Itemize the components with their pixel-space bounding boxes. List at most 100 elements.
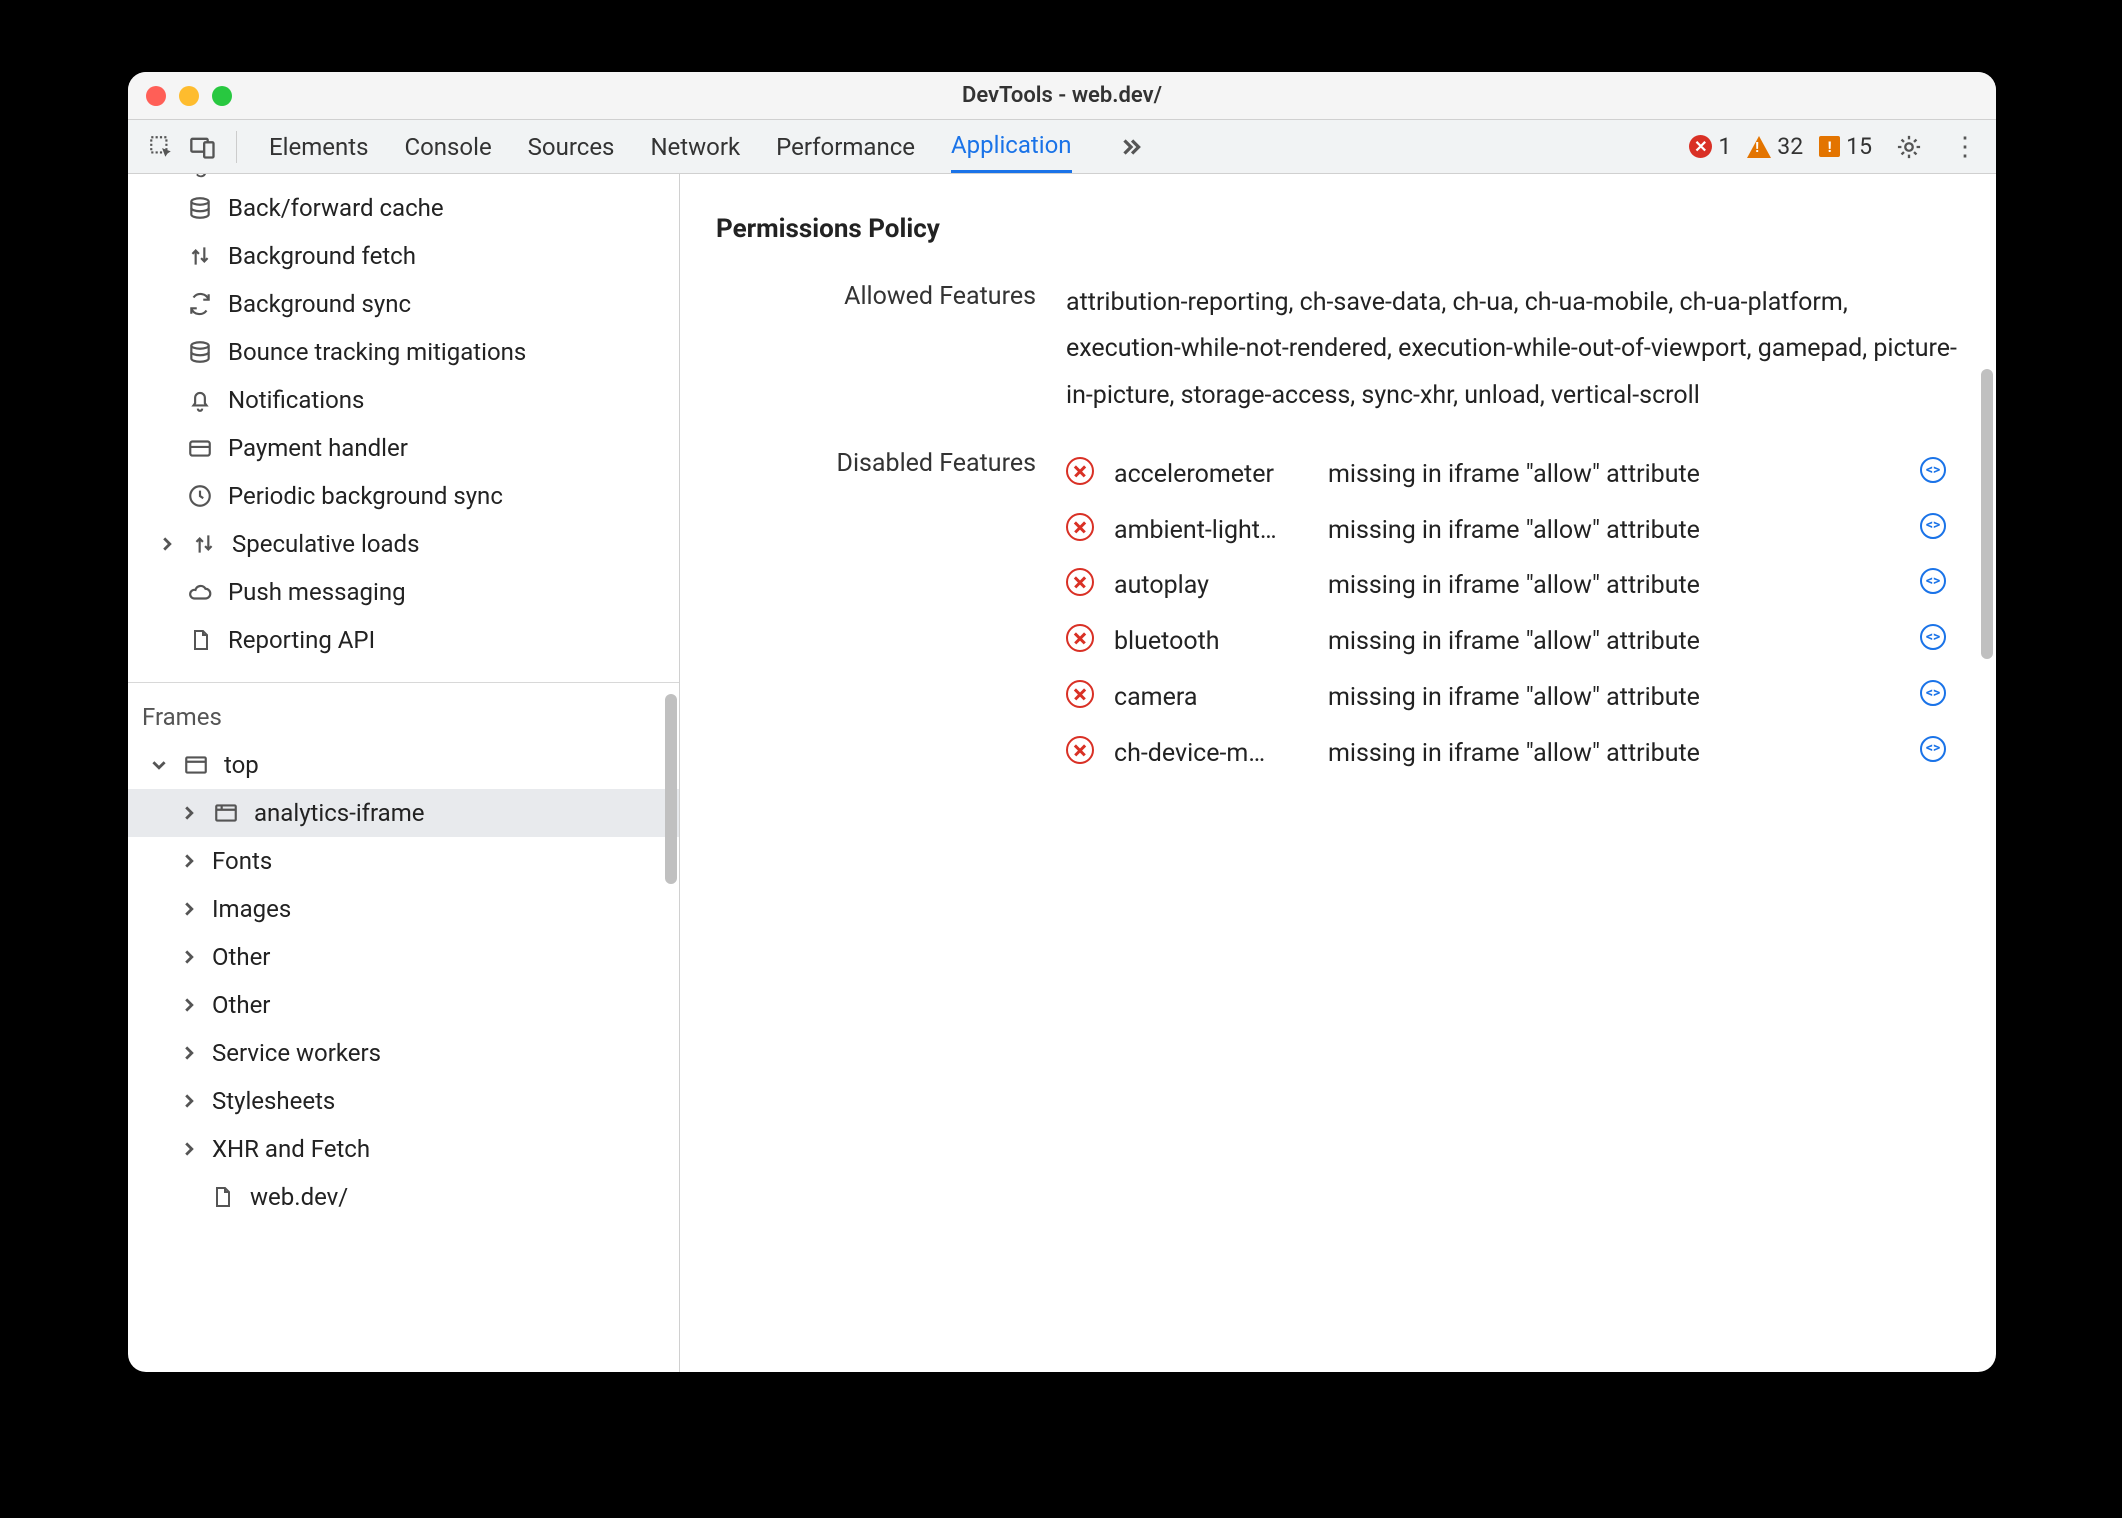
close-window-button[interactable] [146, 86, 166, 106]
disabled-feature-name: autoplay [1114, 564, 1314, 608]
issue-icon: ! [1819, 136, 1840, 157]
inspect-element-icon[interactable] [146, 132, 176, 162]
allowed-features-value: attribution-reporting, ch-save-data, ch-… [1066, 280, 1960, 419]
window-icon [182, 751, 210, 779]
sync-icon [186, 290, 214, 318]
clock-icon [186, 482, 214, 510]
sidebar-item-bounce-tracking-mitigations[interactable]: Bounce tracking mitigations [128, 328, 679, 376]
devtools-window: DevTools - web.dev/ Elements Console Sou… [128, 72, 1996, 1372]
disabled-features-label: Disabled Features [716, 447, 1036, 782]
frame-leaf-label: web.dev/ [250, 1183, 348, 1211]
db-icon [186, 338, 214, 366]
sidebar-item-reporting-api[interactable]: Reporting API [128, 616, 679, 664]
caret-right-icon [180, 854, 198, 868]
doc-icon [186, 626, 214, 654]
disabled-feature-name: bluetooth [1114, 620, 1314, 664]
caret-right-icon [180, 1094, 198, 1108]
frame-child-other[interactable]: Other [128, 933, 679, 981]
section-frames: Frames [128, 689, 679, 741]
frame-analytics-iframe[interactable]: analytics-iframe [128, 789, 679, 837]
tab-console[interactable]: Console [404, 120, 491, 173]
reveal-source-button[interactable]: <> [1920, 457, 1946, 483]
sidebar-item-label: Payment handler [228, 434, 408, 462]
caret-down-icon [150, 758, 168, 772]
frame-child-fonts[interactable]: Fonts [128, 837, 679, 885]
sidebar-separator [128, 682, 679, 683]
sidebar-item-speculative-loads[interactable]: Speculative loads [128, 520, 679, 568]
reveal-source-button[interactable]: <> [1920, 736, 1946, 762]
frame-child-label: Other [212, 943, 270, 971]
reveal-source-button[interactable]: <> [1920, 568, 1946, 594]
disabled-feature-name: ambient-light… [1114, 509, 1314, 553]
main-panel[interactable]: Permissions Policy Allowed Features attr… [680, 174, 1996, 1372]
reveal-source-button[interactable]: <> [1920, 680, 1946, 706]
disabled-feature-reason: missing in iframe "allow" attribute [1328, 509, 1906, 553]
frame-leaf[interactable]: web.dev/ [128, 1173, 679, 1221]
tab-sources[interactable]: Sources [528, 120, 615, 173]
disabled-feature-row: ch-device-m…missing in iframe "allow" at… [1066, 726, 1960, 782]
frame-child-stylesheets[interactable]: Stylesheets [128, 1077, 679, 1125]
sidebar-scrollbar[interactable] [665, 694, 677, 884]
frame-child-images[interactable]: Images [128, 885, 679, 933]
frame-child-label: Service workers [212, 1039, 381, 1067]
allowed-features-row: Allowed Features attribution-reporting, … [716, 280, 1960, 419]
sidebar-item-periodic-background-sync[interactable]: Periodic background sync [128, 472, 679, 520]
bell-icon [186, 386, 214, 414]
iframe-icon [212, 799, 240, 827]
frame-top[interactable]: top [128, 741, 679, 789]
main-scrollbar[interactable] [1981, 369, 1993, 659]
disabled-feature-row: accelerometermissing in iframe "allow" a… [1066, 447, 1960, 503]
disabled-features-list: accelerometermissing in iframe "allow" a… [1066, 447, 1960, 782]
frame-child-other[interactable]: Other [128, 981, 679, 1029]
sidebar-item-label: Push messaging [228, 578, 406, 606]
errors-badge[interactable]: ✕ 1 [1689, 133, 1731, 160]
updown-icon [190, 530, 218, 558]
disabled-feature-row: camera missing in iframe "allow" attribut… [1066, 670, 1960, 726]
sidebar-item-label: Reporting API [228, 626, 375, 654]
frame-child-label: Stylesheets [212, 1087, 335, 1115]
more-tabs-button[interactable] [1116, 134, 1146, 160]
sidebar-item-notifications[interactable]: Notifications [128, 376, 679, 424]
sidebar-item-label: Back/forward cache [228, 194, 444, 222]
errors-count: 1 [1718, 133, 1731, 160]
sidebar-scroll[interactable]: Background services Back/forward cacheBa… [128, 174, 679, 1372]
tab-elements[interactable]: Elements [269, 120, 368, 173]
toolbar-right: ✕ 1 32 ! 15 ⋮ [1689, 132, 1984, 162]
disabled-icon [1066, 680, 1094, 708]
tab-application[interactable]: Application [951, 120, 1072, 173]
tab-performance[interactable]: Performance [776, 120, 915, 173]
reveal-source-button[interactable]: <> [1920, 513, 1946, 539]
disabled-feature-reason: missing in iframe "allow" attribute [1328, 732, 1906, 776]
frame-child-service-workers[interactable]: Service workers [128, 1029, 679, 1077]
frame-child-label: XHR and Fetch [212, 1135, 370, 1163]
sidebar-item-background-fetch[interactable]: Background fetch [128, 232, 679, 280]
disabled-feature-row: autoplaymissing in iframe "allow" attrib… [1066, 558, 1960, 614]
sidebar-item-push-messaging[interactable]: Push messaging [128, 568, 679, 616]
more-options-button[interactable]: ⋮ [1946, 132, 1984, 162]
warnings-badge[interactable]: 32 [1747, 133, 1803, 160]
tab-network[interactable]: Network [650, 120, 740, 173]
settings-button[interactable] [1894, 132, 1924, 162]
disabled-feature-row: ambient-light… missing in iframe "allow" … [1066, 503, 1960, 559]
sidebar-item-back-forward-cache[interactable]: Back/forward cache [128, 184, 679, 232]
sidebar-item-label: Periodic background sync [228, 482, 503, 510]
bg-services-tree: Back/forward cache Background fetchBackgr… [128, 184, 679, 676]
frame-child-xhr-and-fetch[interactable]: XHR and Fetch [128, 1125, 679, 1173]
device-toolbar-icon[interactable] [188, 132, 218, 162]
sidebar-item-label: Speculative loads [232, 530, 419, 558]
disabled-feature-reason: missing in iframe "allow" attribute [1328, 676, 1906, 720]
sidebar-item-background-sync[interactable]: Background sync [128, 280, 679, 328]
minimize-window-button[interactable] [179, 86, 199, 106]
disabled-feature-name: camera [1114, 676, 1314, 720]
allowed-features-label: Allowed Features [716, 280, 1036, 419]
zoom-window-button[interactable] [212, 86, 232, 106]
reveal-source-button[interactable]: <> [1920, 624, 1946, 650]
caret-right-icon [158, 537, 176, 551]
devtools-tabs: Elements Console Sources Network Perform… [249, 120, 1092, 173]
issues-badge[interactable]: ! 15 [1819, 133, 1872, 160]
section-background-services: Background services [128, 174, 679, 184]
traffic-lights [146, 86, 232, 106]
frame-top-label: top [224, 751, 259, 779]
sidebar-item-payment-handler[interactable]: Payment handler [128, 424, 679, 472]
caret-right-icon [180, 998, 198, 1012]
